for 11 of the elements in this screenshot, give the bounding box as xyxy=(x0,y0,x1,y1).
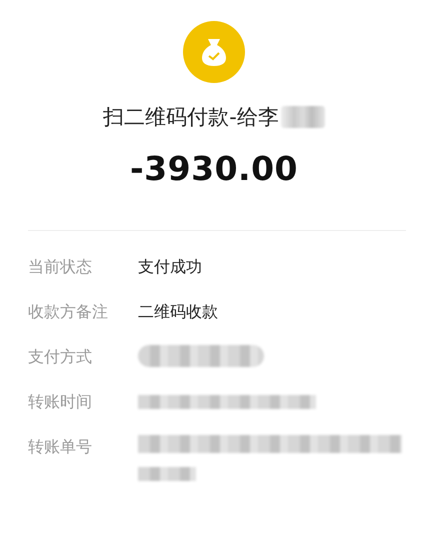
field-label: 收款方备注 xyxy=(28,301,109,323)
field-label: 支付方式 xyxy=(28,346,93,368)
money-bag-icon xyxy=(183,21,245,83)
field-label: 当前状态 xyxy=(28,256,93,278)
field-label: 转账时间 xyxy=(28,391,93,413)
redacted-bar xyxy=(138,467,196,481)
field-value: 支付成功 xyxy=(138,256,203,278)
payment-title: 扫二维码付款-给李 xyxy=(103,104,279,131)
field-label: 转账单号 xyxy=(28,436,93,458)
field-value: 二维码收款 xyxy=(138,301,219,323)
payment-amount: -3930.00 xyxy=(130,149,298,188)
